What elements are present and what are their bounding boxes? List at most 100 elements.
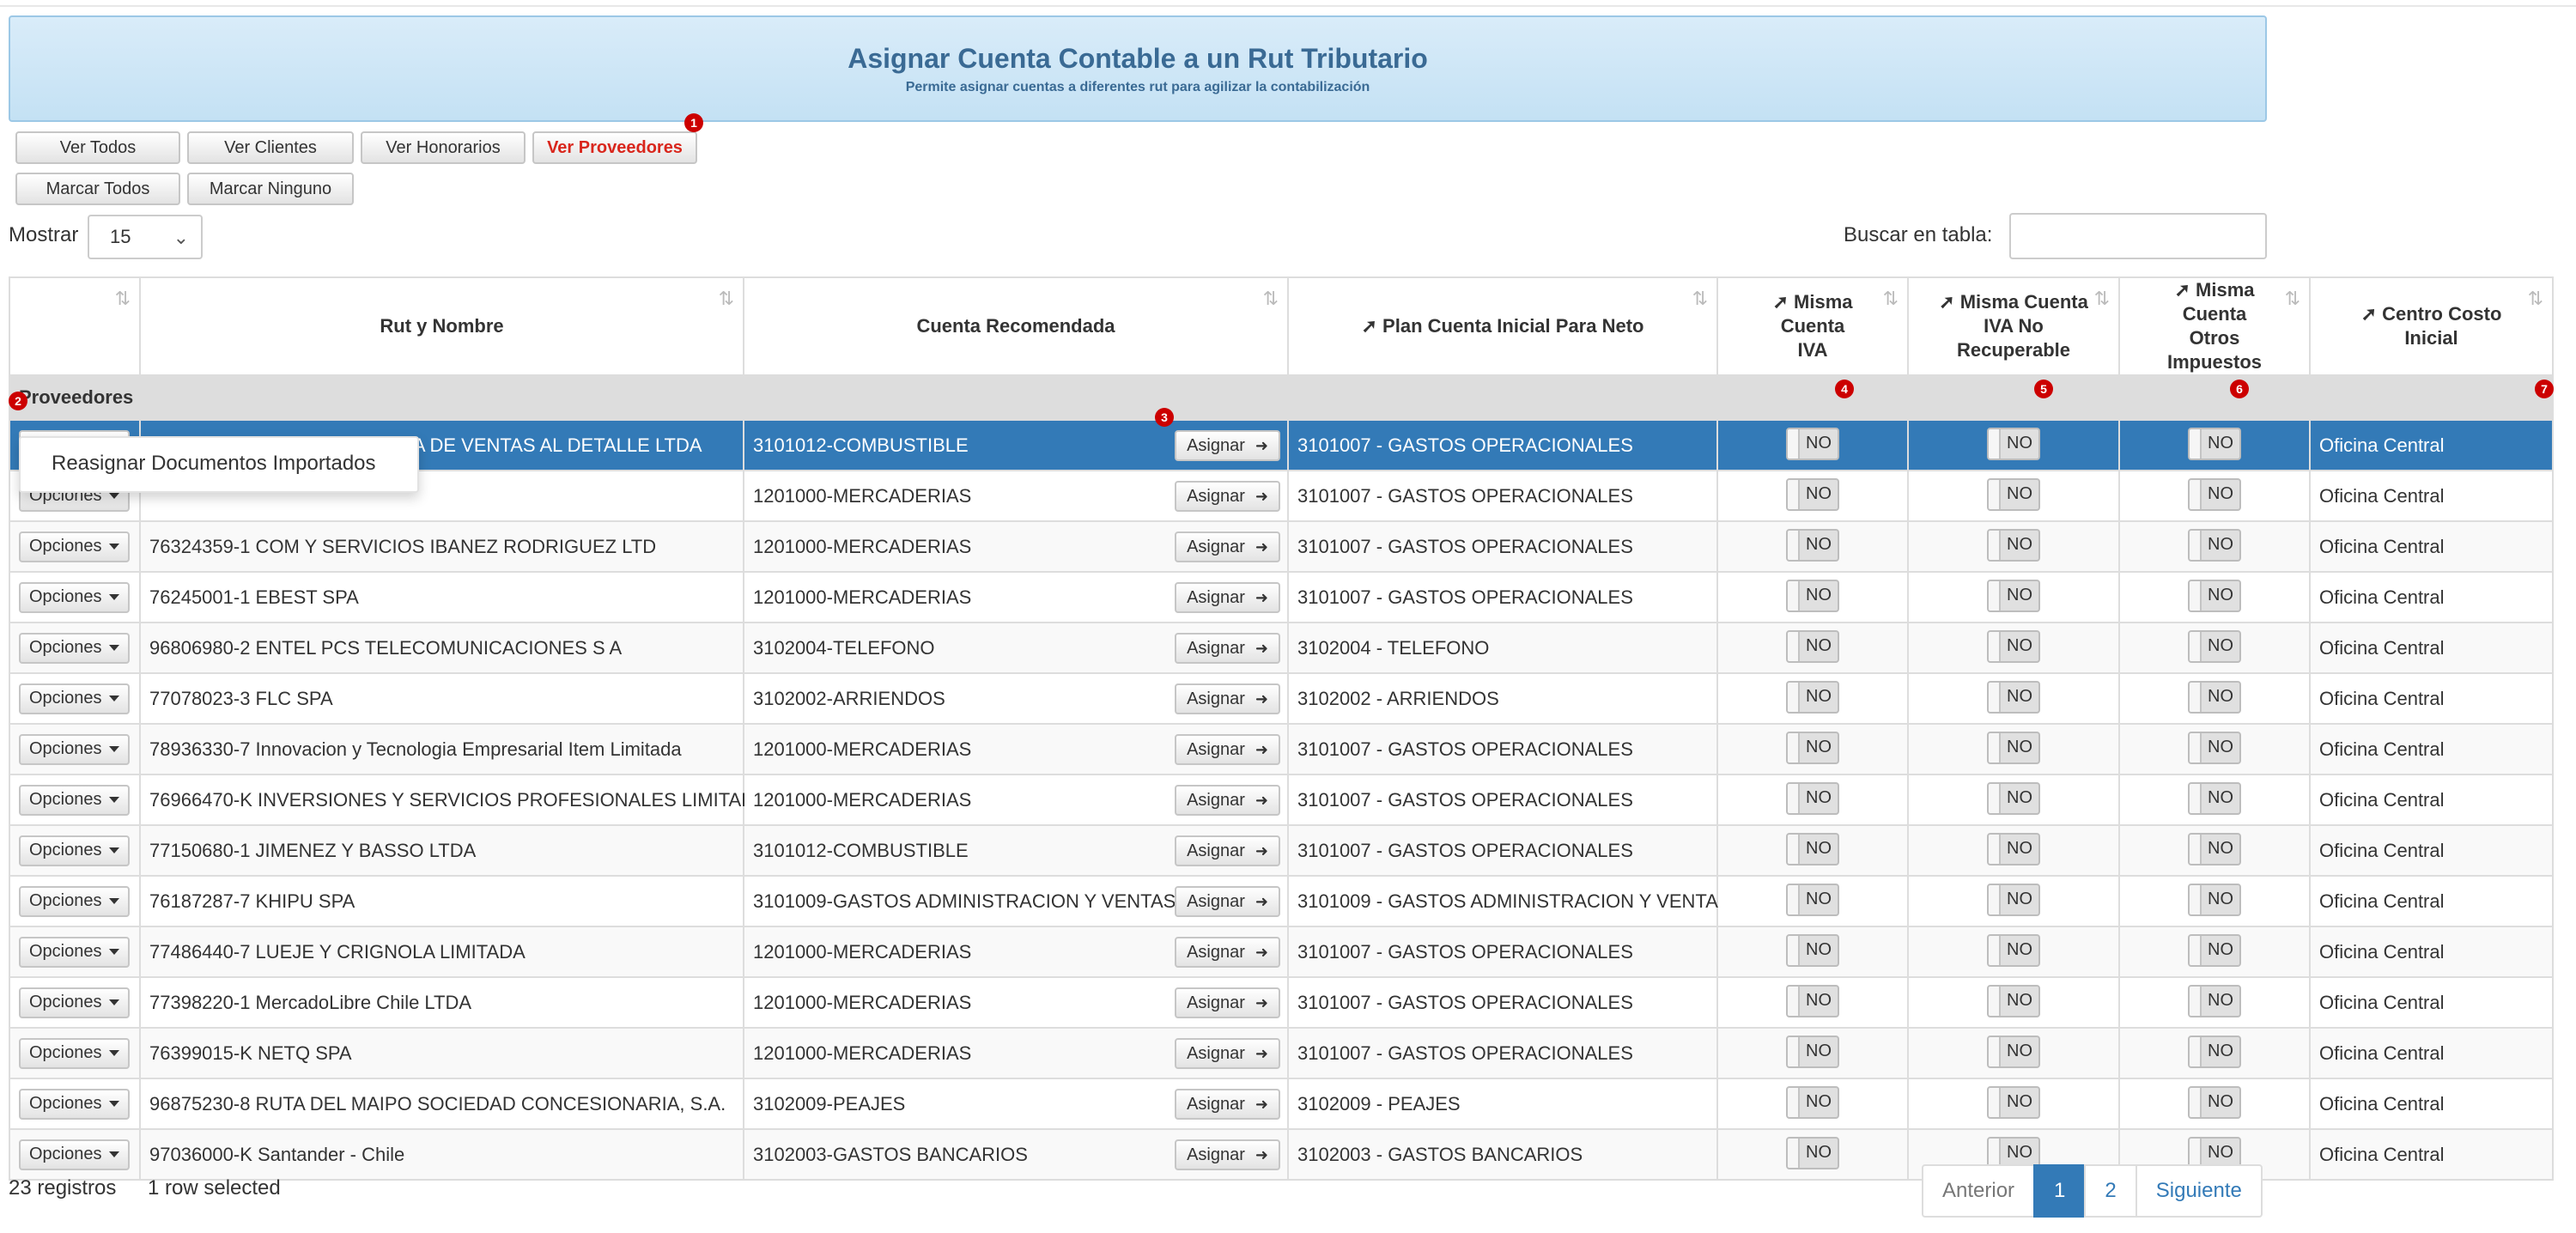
opciones-button[interactable]: Opciones (19, 1037, 130, 1069)
no-toggle[interactable]: NO (1987, 1085, 2040, 1119)
opciones-button[interactable]: Opciones (19, 835, 130, 866)
pager-next[interactable]: Siguiente (2135, 1164, 2263, 1218)
asignar-button[interactable]: Asignar ➜ (1175, 886, 1280, 917)
asignar-button[interactable]: Asignar ➜ (1175, 481, 1280, 512)
pager-page-1[interactable]: 1 (2033, 1164, 2087, 1218)
page-length-select[interactable]: 15 ⌄ (88, 215, 203, 259)
opciones-button[interactable]: Opciones (19, 581, 130, 613)
no-toggle[interactable]: NO (1987, 1035, 2040, 1068)
no-toggle[interactable]: NO (2188, 984, 2241, 1017)
opciones-button[interactable]: Opciones (19, 1139, 130, 1170)
no-toggle[interactable]: NO (2188, 427, 2241, 460)
asignar-button[interactable]: Asignar ➜ (1175, 785, 1280, 816)
ver-todos-button[interactable]: Ver Todos (15, 131, 180, 164)
opciones-button[interactable]: Opciones (19, 632, 130, 664)
no-toggle[interactable]: NO (1987, 629, 2040, 663)
pager-page-2[interactable]: 2 (2084, 1164, 2137, 1218)
table-row[interactable]: Opciones 77486440-7 LUEJE Y CRIGNOLA LIMI… (9, 926, 2554, 978)
table-row[interactable]: Opciones 96875230-8 RUTA DEL MAIPO SOCIED… (9, 1078, 2554, 1130)
header-rut[interactable]: Rut y Nombre ⇅ (139, 276, 744, 376)
header-cuenta[interactable]: Cuenta Recomendada ⇅ (743, 276, 1289, 376)
header-select[interactable]: ⇅ (9, 276, 141, 376)
no-toggle[interactable]: NO (1987, 781, 2040, 815)
table-row[interactable]: Opciones 77150680-1 JIMENEZ Y BASSO LTDA 3… (9, 824, 2554, 877)
asignar-button[interactable]: Asignar ➜ (1175, 1139, 1280, 1170)
table-row[interactable]: Opciones 78936330-7 Innovacion y Tecnolog… (9, 723, 2554, 775)
header-otros-impuestos[interactable]: ➚ Misma Cuenta Otros Impuestos ⇅ (2118, 276, 2311, 376)
no-toggle[interactable]: NO (1987, 427, 2040, 460)
ver-honorarios-button[interactable]: Ver Honorarios (361, 131, 526, 164)
header-centro-costo[interactable]: ➚ Centro Costo Inicial ⇅ (2309, 276, 2554, 376)
no-toggle[interactable]: NO (1786, 1136, 1839, 1169)
no-toggle[interactable]: NO (1987, 579, 2040, 612)
table-row[interactable]: Opciones 77398220-1 MercadoLibre Chile LT… (9, 976, 2554, 1029)
opciones-button[interactable]: Opciones (19, 936, 130, 968)
opciones-button[interactable]: Opciones (19, 531, 130, 562)
no-toggle[interactable]: NO (1786, 933, 1839, 967)
no-toggle[interactable]: NO (1786, 781, 1839, 815)
no-toggle[interactable]: NO (1786, 680, 1839, 714)
asignar-button[interactable]: Asignar ➜ (1175, 937, 1280, 968)
no-toggle[interactable]: NO (1786, 883, 1839, 916)
no-toggle[interactable]: NO (2188, 629, 2241, 663)
header-plan[interactable]: ➚ Plan Cuenta Inicial Para Neto ⇅ (1287, 276, 1718, 376)
no-toggle[interactable]: NO (2188, 680, 2241, 714)
no-toggle[interactable]: NO (2188, 933, 2241, 967)
header-iva-no-recuperable[interactable]: ➚ Misma Cuenta IVA No Recuperable ⇅ (1907, 276, 2120, 376)
no-toggle[interactable]: NO (1786, 528, 1839, 562)
no-toggle[interactable]: NO (1786, 477, 1839, 511)
asignar-button[interactable]: Asignar ➜ (1175, 734, 1280, 765)
no-toggle[interactable]: NO (1987, 984, 2040, 1017)
no-toggle[interactable]: NO (1987, 528, 2040, 562)
asignar-button[interactable]: Asignar ➜ (1175, 1089, 1280, 1120)
table-row[interactable]: Opciones 76324359-1 COM Y SERVICIOS IBANE… (9, 520, 2554, 573)
no-toggle[interactable]: NO (1786, 984, 1839, 1017)
opciones-button[interactable]: Opciones (19, 784, 130, 816)
no-toggle[interactable]: NO (2188, 528, 2241, 562)
asignar-button[interactable]: Asignar ➜ (1175, 987, 1280, 1018)
asignar-button[interactable]: Asignar ➜ (1175, 430, 1280, 461)
no-toggle[interactable]: NO (1987, 477, 2040, 511)
no-toggle[interactable]: NO (2188, 781, 2241, 815)
no-toggle[interactable]: NO (2188, 477, 2241, 511)
no-toggle[interactable]: NO (1987, 933, 2040, 967)
header-iva[interactable]: ➚ Misma Cuenta IVA ⇅ (1716, 276, 1909, 376)
ver-clientes-button[interactable]: Ver Clientes (187, 131, 354, 164)
no-toggle[interactable]: NO (1786, 731, 1839, 764)
asignar-button[interactable]: Asignar ➜ (1175, 633, 1280, 664)
no-toggle[interactable]: NO (1987, 731, 2040, 764)
no-toggle[interactable]: NO (2188, 579, 2241, 612)
table-row[interactable]: Opciones 76187287-7 KHIPU SPA 3101009-GAST… (9, 875, 2554, 927)
opciones-button[interactable]: Opciones (19, 885, 130, 917)
table-row[interactable]: Opciones 76245001-1 EBEST SPA 1201000-MERC… (9, 571, 2554, 623)
no-toggle[interactable]: NO (1786, 427, 1839, 460)
ver-proveedores-button[interactable]: Ver Proveedores (532, 131, 697, 164)
no-toggle[interactable]: NO (1987, 883, 2040, 916)
opciones-button[interactable]: Opciones (19, 733, 130, 765)
no-toggle[interactable]: NO (2188, 1085, 2241, 1119)
no-toggle[interactable]: NO (1786, 579, 1839, 612)
opciones-button[interactable]: Opciones (19, 1088, 130, 1120)
reasignar-documentos-menu-item[interactable]: Reasignar Documentos Importados (52, 452, 376, 475)
no-toggle[interactable]: NO (2188, 1035, 2241, 1068)
no-toggle[interactable]: NO (1786, 832, 1839, 866)
asignar-button[interactable]: Asignar ➜ (1175, 582, 1280, 613)
opciones-button[interactable]: Opciones (19, 683, 130, 714)
pager-previous[interactable]: Anterior (1922, 1164, 2036, 1218)
no-toggle[interactable]: NO (2188, 731, 2241, 764)
no-toggle[interactable]: NO (1987, 680, 2040, 714)
table-row[interactable]: Opciones 77078023-3 FLC SPA 3102002-ARRIEN… (9, 672, 2554, 725)
table-row[interactable]: Opciones 76399015-K NETQ SPA 1201000-MERCA… (9, 1027, 2554, 1079)
no-toggle[interactable]: NO (1786, 1085, 1839, 1119)
no-toggle[interactable]: NO (2188, 832, 2241, 866)
asignar-button[interactable]: Asignar ➜ (1175, 531, 1280, 562)
asignar-button[interactable]: Asignar ➜ (1175, 683, 1280, 714)
no-toggle[interactable]: NO (2188, 883, 2241, 916)
marcar-ninguno-button[interactable]: Marcar Ninguno (187, 173, 354, 205)
marcar-todos-button[interactable]: Marcar Todos (15, 173, 180, 205)
table-row[interactable]: Opciones 76966470-K INVERSIONES Y SERVICI… (9, 774, 2554, 826)
no-toggle[interactable]: NO (1786, 1035, 1839, 1068)
no-toggle[interactable]: NO (1987, 832, 2040, 866)
asignar-button[interactable]: Asignar ➜ (1175, 1038, 1280, 1069)
no-toggle[interactable]: NO (1786, 629, 1839, 663)
